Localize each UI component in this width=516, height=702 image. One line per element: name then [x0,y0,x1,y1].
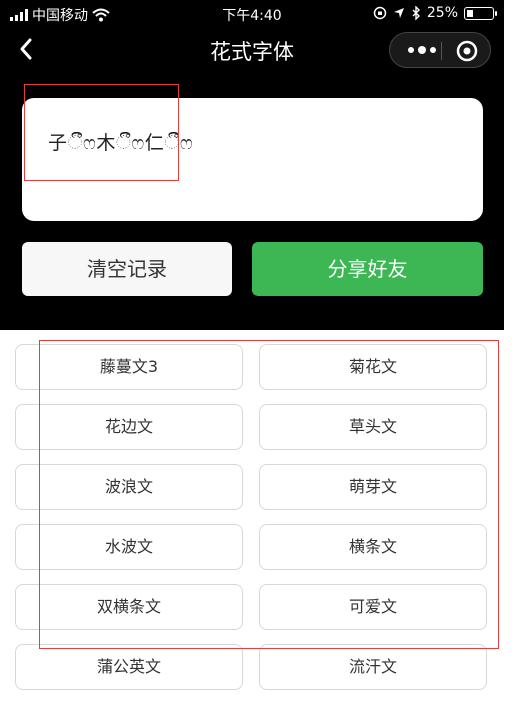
style-option[interactable]: 藤蔓文3 [15,344,243,390]
style-option[interactable]: 波浪文 [15,464,243,510]
capsule-divider [441,42,442,60]
style-option[interactable]: 菊花文 [259,344,487,390]
style-option[interactable]: 流汗文 [259,644,487,690]
close-mini-program-icon[interactable] [456,40,478,62]
style-option[interactable]: 可爱文 [259,584,487,630]
more-menu-icon[interactable] [404,40,440,60]
style-option[interactable]: 草头文 [259,404,487,450]
style-option[interactable]: 蒲公英文 [15,644,243,690]
status-right: 25% [373,5,497,21]
share-friends-button[interactable]: 分享好友 [252,242,483,296]
battery-percent: 25% [426,5,458,21]
style-option[interactable]: 花边文 [15,404,243,450]
rotation-lock-icon [373,6,387,20]
bluetooth-icon [412,6,420,20]
style-option[interactable]: 双横条文 [15,584,243,630]
font-style-grid: 藤蔓文3 菊花文 花边文 草头文 波浪文 萌芽文 水波文 横条文 双横条文 可爱… [0,330,516,702]
style-option[interactable]: 水波文 [15,524,243,570]
nav-bar: 花式字体 [0,28,504,72]
annotation-box [24,84,179,181]
top-panel: 中国移动 下午4:40 25% 花式字体 子ීීෆ木ීීෆ仁ීීෆ 清空记录 分… [0,0,504,330]
clear-history-button[interactable]: 清空记录 [22,242,232,296]
style-option[interactable]: 横条文 [259,524,487,570]
mini-program-capsule [389,32,491,68]
status-bar: 中国移动 下午4:40 25% [0,0,504,28]
location-icon [393,8,404,18]
style-option[interactable]: 萌芽文 [259,464,487,510]
battery-icon [464,6,497,20]
